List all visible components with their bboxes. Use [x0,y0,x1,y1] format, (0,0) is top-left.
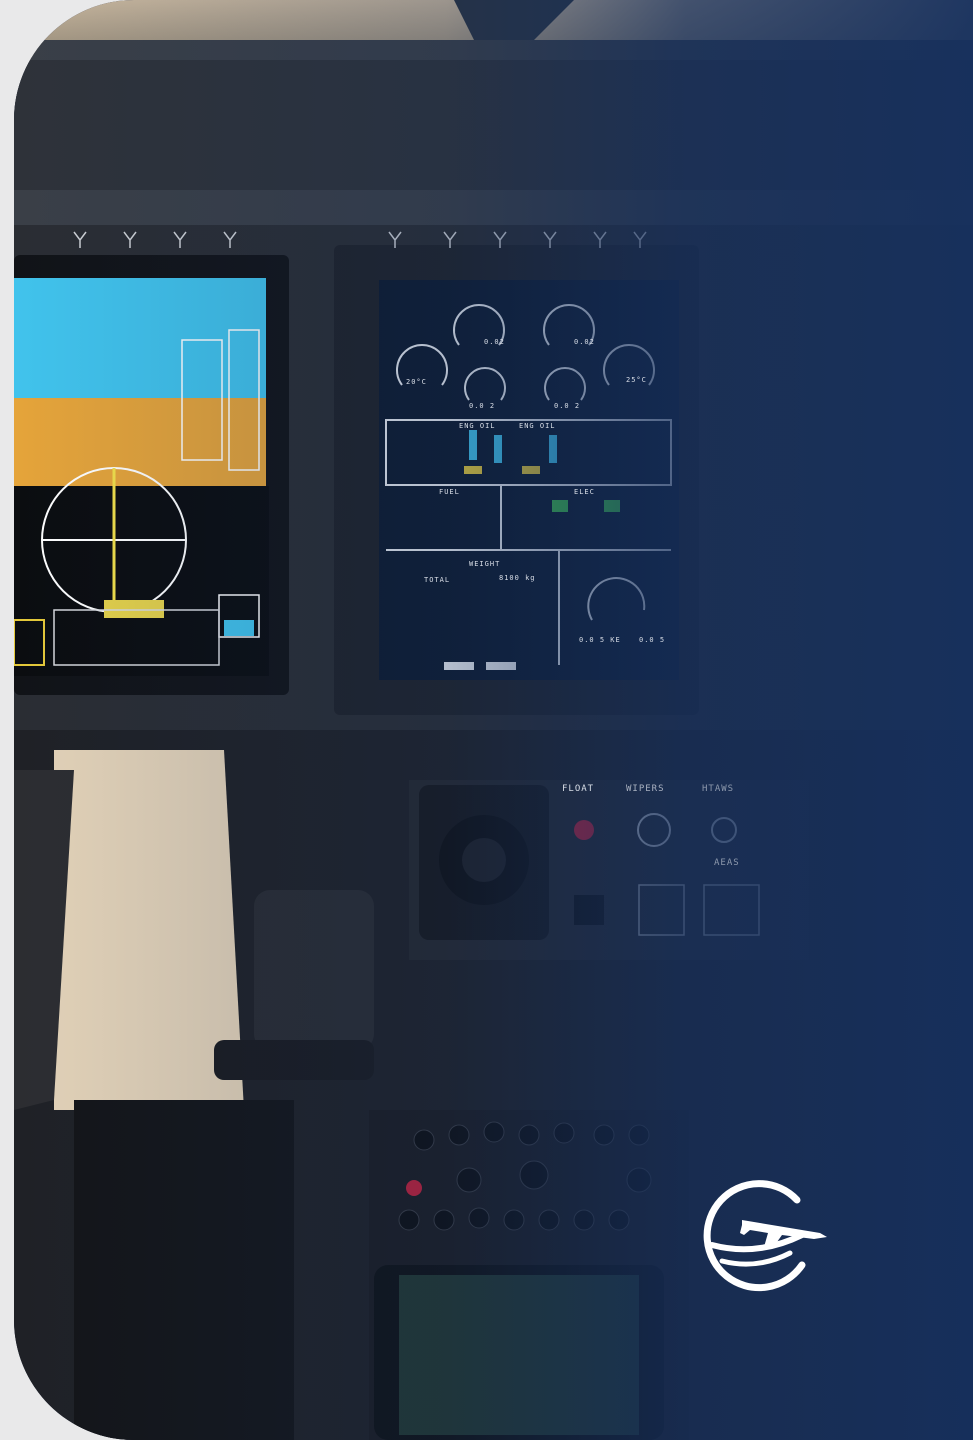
weight-label: WEIGHT [469,560,501,568]
torque-left-label: 0.02 [484,338,505,346]
torque-right-label: 0.02 [574,338,595,346]
photo-card: 20°C 25°C 0.02 0.02 0.0 2 0.0 2 ENG OIL … [14,0,973,1440]
eng-oil-1-label: ENG OIL [459,422,496,430]
temp-right-label: 25°C [626,376,647,384]
aeas-label: AEAS [714,858,740,868]
fuel-label: FUEL [439,488,460,496]
total-label: TOTAL [424,576,451,584]
weight-value: 8100 kg [499,574,536,582]
bottom-right-value: 0.0 5 [639,636,666,644]
temp-left-label: 20°C [406,378,427,386]
n-left-label: 0.0 2 [469,402,496,410]
bottom-left-value: 0.0 5 KE [579,636,621,644]
htaws-label: HTAWS [702,784,735,794]
n-right-label: 0.0 2 [554,402,581,410]
eng-oil-2-label: ENG OIL [519,422,556,430]
elec-label: ELEC [574,488,595,496]
wipers-label: WIPERS [626,784,665,794]
airplane-globe-logo [703,1180,827,1292]
float-label: FLOAT [562,784,595,794]
